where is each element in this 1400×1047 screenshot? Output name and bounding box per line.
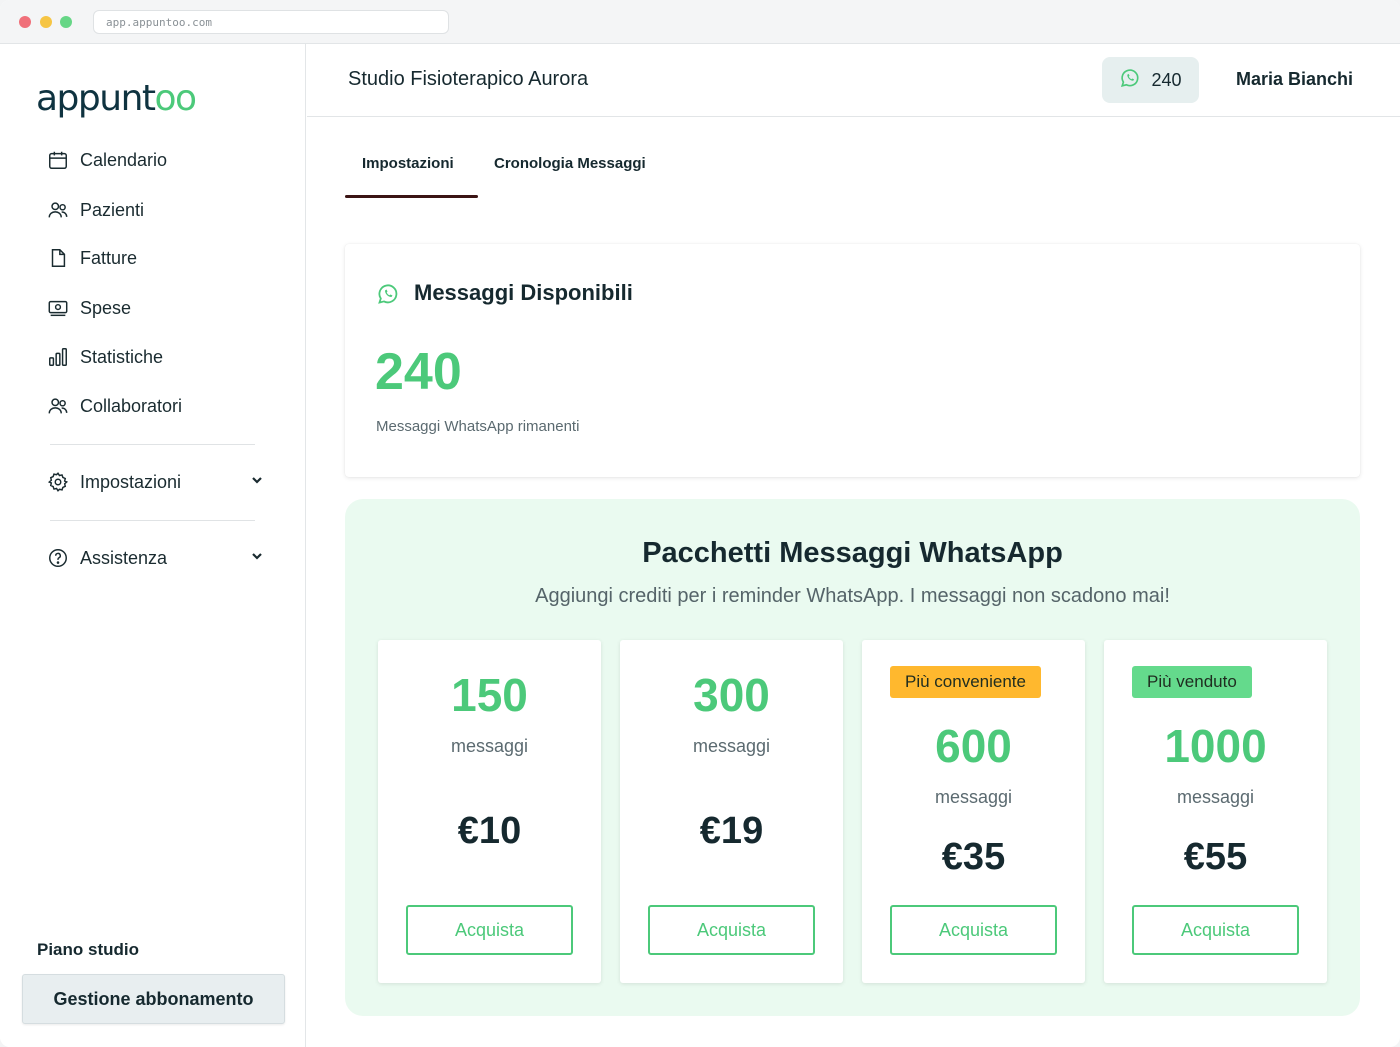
bar-chart-icon — [46, 345, 70, 369]
logo[interactable]: appuntoo — [36, 78, 198, 119]
cash-icon — [46, 296, 70, 320]
whatsapp-icon — [376, 282, 400, 311]
available-messages-subtitle: Messaggi WhatsApp rimanenti — [376, 418, 580, 435]
package-unit: messaggi — [934, 787, 1013, 807]
sidebar-item-pazienti[interactable]: Pazienti — [46, 192, 276, 228]
buy-button[interactable]: Acquista — [890, 905, 1057, 955]
sidebar-item-assistenza[interactable]: Assistenza — [46, 540, 276, 576]
package-quantity: 300 — [693, 669, 770, 721]
sidebar-item-label: Calendario — [80, 149, 168, 170]
package-quantity: 150 — [451, 669, 528, 721]
sidebar-item-label: Spese — [80, 297, 132, 318]
package-price: €10 — [457, 810, 522, 852]
whatsapp-icon — [1119, 67, 1141, 94]
users-icon — [46, 198, 70, 222]
package-card: Più venduto 1000 messaggi €55 Acquista — [1104, 640, 1327, 983]
message-packages-section: Pacchetti Messaggi WhatsApp Aggiungi cre… — [345, 499, 1360, 1016]
package-quantity: 600 — [935, 720, 1012, 772]
plan-title: Piano studio — [37, 940, 139, 959]
sidebar-divider — [50, 444, 255, 445]
sidebar-item-label: Pazienti — [80, 199, 145, 220]
sidebar-divider — [50, 520, 255, 521]
sidebar: appuntoo Calendario Pazienti Fatture Spe… — [0, 44, 306, 1047]
document-icon — [46, 246, 70, 270]
best-seller-badge: Più venduto — [1132, 666, 1252, 698]
package-card: 300 messaggi €19 Acquista — [620, 640, 843, 983]
maximize-window-dot[interactable] — [60, 16, 72, 28]
chevron-down-icon[interactable] — [250, 473, 264, 492]
available-messages-card: Messaggi Disponibili 240 Messaggi WhatsA… — [345, 244, 1360, 477]
tab-impostazioni[interactable]: Impostazioni — [362, 155, 454, 172]
sidebar-item-label: Statistiche — [80, 346, 164, 367]
active-tab-indicator — [345, 195, 478, 198]
minimize-window-dot[interactable] — [40, 16, 52, 28]
studio-name: Studio Fisioterapico Aurora — [348, 68, 589, 90]
sidebar-item-collaboratori[interactable]: Collaboratori — [46, 388, 276, 424]
best-value-badge: Più conveniente — [890, 666, 1041, 698]
sidebar-item-label: Impostazioni — [80, 471, 182, 492]
buy-button[interactable]: Acquista — [406, 905, 573, 955]
sidebar-item-impostazioni[interactable]: Impostazioni — [46, 464, 276, 500]
users-icon — [46, 394, 70, 418]
app-window: app.appuntoo.com appuntoo Calendario Paz… — [0, 0, 1400, 1047]
available-messages-count: 240 — [375, 343, 462, 401]
package-quantity: 1000 — [1164, 720, 1267, 772]
sidebar-item-calendario[interactable]: Calendario — [46, 142, 276, 178]
sidebar-item-label: Fatture — [80, 247, 138, 268]
packages-subtitle: Aggiungi crediti per i reminder WhatsApp… — [535, 585, 1170, 607]
sidebar-item-spese[interactable]: Spese — [46, 290, 276, 326]
package-card: 150 messaggi €10 Acquista — [378, 640, 601, 983]
manage-subscription-button[interactable]: Gestione abbonamento — [22, 974, 285, 1024]
buy-button[interactable]: Acquista — [648, 905, 815, 955]
sidebar-item-fatture[interactable]: Fatture — [46, 240, 276, 276]
package-unit: messaggi — [1176, 787, 1255, 807]
package-price: €19 — [699, 810, 764, 852]
close-window-dot[interactable] — [19, 16, 31, 28]
logo-accent: oo — [154, 78, 198, 119]
calendar-icon — [46, 148, 70, 172]
sidebar-item-label: Assistenza — [80, 547, 168, 568]
package-price: €35 — [941, 836, 1006, 878]
tab-cronologia-messaggi[interactable]: Cronologia Messaggi — [494, 155, 646, 172]
buy-button[interactable]: Acquista — [1132, 905, 1299, 955]
logo-main: appunt — [36, 78, 156, 119]
package-unit: messaggi — [692, 736, 771, 756]
sidebar-item-statistiche[interactable]: Statistiche — [46, 339, 276, 375]
package-unit: messaggi — [450, 736, 529, 756]
user-name[interactable]: Maria Bianchi — [1236, 69, 1353, 90]
browser-chrome: app.appuntoo.com — [0, 0, 1400, 44]
sidebar-item-label: Collaboratori — [80, 395, 183, 416]
tabs: Impostazioni Cronologia Messaggi — [307, 117, 1400, 202]
address-bar[interactable]: app.appuntoo.com — [93, 10, 449, 34]
package-price: €55 — [1183, 836, 1248, 878]
packages-title: Pacchetti Messaggi WhatsApp — [642, 537, 1063, 569]
top-header: Studio Fisioterapico Aurora 240 Maria Bi… — [307, 44, 1400, 117]
available-messages-title: Messaggi Disponibili — [414, 280, 633, 305]
chevron-down-icon[interactable] — [250, 549, 264, 568]
question-icon — [46, 546, 70, 570]
whatsapp-credit-badge[interactable]: 240 — [1102, 57, 1199, 103]
gear-icon — [46, 470, 70, 494]
package-card: Più conveniente 600 messaggi €35 Acquist… — [862, 640, 1085, 983]
whatsapp-credit-count: 240 — [1151, 69, 1182, 90]
